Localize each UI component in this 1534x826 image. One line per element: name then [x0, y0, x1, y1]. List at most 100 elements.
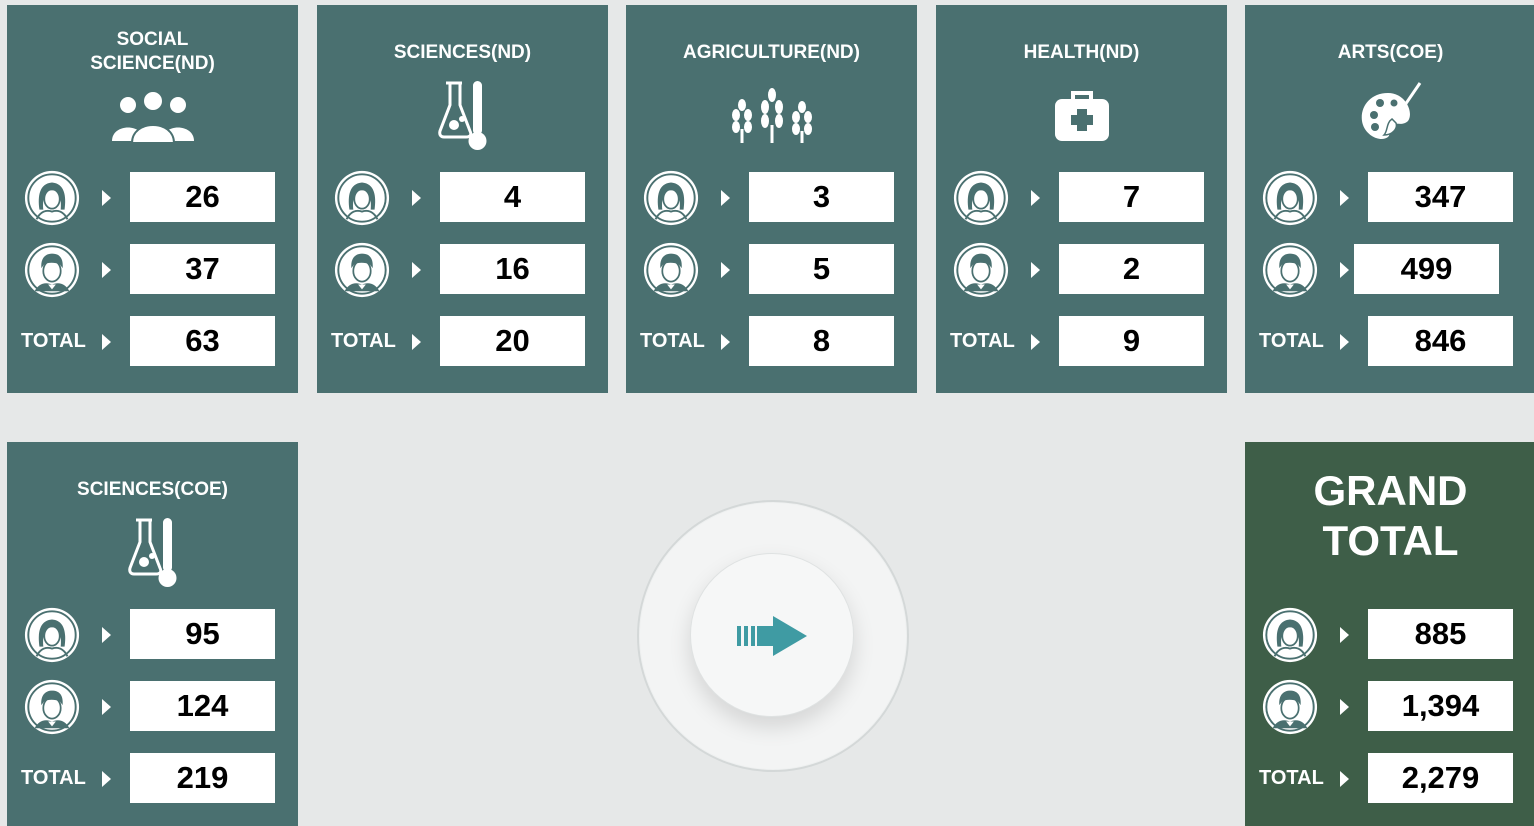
total-count: 20	[440, 316, 585, 366]
total-label: TOTAL	[640, 330, 705, 352]
card-title: SOCIAL SCIENCE(ND)	[90, 29, 215, 74]
male-count: 1,394	[1368, 681, 1513, 731]
caret-right-icon	[721, 262, 730, 278]
female-count: 885	[1368, 609, 1513, 659]
total-label: TOTAL	[1259, 767, 1324, 789]
male-count: 5	[749, 244, 894, 294]
female-row: 885	[1245, 609, 1534, 661]
female-avatar-icon	[1261, 169, 1319, 227]
total-row: TOTAL 63	[7, 316, 298, 368]
caret-right-icon	[1031, 334, 1040, 350]
caret-right-icon	[102, 262, 111, 278]
total-count: 2,279	[1368, 753, 1513, 803]
category-card-health: HEALTH(ND) 7 2 TOTAL 9	[936, 5, 1227, 393]
caret-right-icon	[1340, 190, 1349, 206]
female-avatar-icon	[1261, 606, 1319, 664]
card-title: HEALTH(ND)	[1023, 42, 1140, 63]
caret-right-icon	[1031, 190, 1040, 206]
wheat-icon	[731, 88, 812, 143]
caret-right-icon	[1031, 262, 1040, 278]
male-row: 16	[317, 244, 608, 296]
caret-right-icon	[1340, 627, 1349, 643]
male-avatar-icon	[23, 678, 81, 736]
male-count: 16	[440, 244, 585, 294]
caret-right-icon	[102, 771, 111, 787]
total-count: 8	[749, 316, 894, 366]
female-count: 26	[130, 172, 275, 222]
female-row: 95	[7, 609, 298, 661]
caret-right-icon	[721, 334, 730, 350]
male-count: 124	[130, 681, 275, 731]
card-title: AGRICULTURE(ND)	[683, 42, 860, 63]
grand-total-title: GRAND TOTAL	[1313, 467, 1468, 564]
first-aid-kit-icon	[1054, 91, 1109, 141]
category-card-social-science: SOCIAL SCIENCE(ND) 26 37 TOTAL 63	[7, 5, 298, 393]
male-row: 2	[936, 244, 1227, 296]
caret-right-icon	[1340, 699, 1349, 715]
total-row: TOTAL 846	[1245, 316, 1534, 368]
total-count: 219	[130, 753, 275, 803]
female-avatar-icon	[23, 169, 81, 227]
female-avatar-icon	[23, 606, 81, 664]
male-row: 124	[7, 681, 298, 733]
female-row: 347	[1245, 172, 1534, 224]
caret-right-icon	[102, 334, 111, 350]
male-row: 499	[1245, 244, 1534, 296]
total-row: TOTAL 9	[936, 316, 1227, 368]
next-button[interactable]	[690, 553, 854, 717]
male-row: 1,394	[1245, 681, 1534, 733]
total-label: TOTAL	[950, 330, 1015, 352]
category-card-agriculture: AGRICULTURE(ND) 3 5 TOTAL 8	[626, 5, 917, 393]
male-count: 37	[130, 244, 275, 294]
card-title: SCIENCES(COE)	[77, 479, 228, 500]
male-avatar-icon	[23, 241, 81, 299]
caret-right-icon	[102, 190, 111, 206]
total-label: TOTAL	[21, 330, 86, 352]
total-label: TOTAL	[1259, 330, 1324, 352]
female-row: 3	[626, 172, 917, 224]
category-card-sciences-coe: SCIENCES(COE) 95 124 TOTAL 219	[7, 442, 298, 826]
male-avatar-icon	[333, 241, 391, 299]
female-count: 347	[1368, 172, 1513, 222]
caret-right-icon	[1340, 262, 1349, 278]
female-avatar-icon	[952, 169, 1010, 227]
caret-right-icon	[412, 190, 421, 206]
female-row: 26	[7, 172, 298, 224]
caret-right-icon	[412, 262, 421, 278]
total-count: 9	[1059, 316, 1204, 366]
card-title: SCIENCES(ND)	[393, 42, 532, 63]
total-row: TOTAL 219	[7, 753, 298, 805]
total-count: 846	[1368, 316, 1513, 366]
male-avatar-icon	[642, 241, 700, 299]
next-arrow-icon	[737, 616, 807, 656]
male-row: 5	[626, 244, 917, 296]
grand-total-card: GRAND TOTAL 885 1,394 TOTAL 2,279	[1245, 442, 1534, 826]
male-count: 499	[1354, 244, 1499, 294]
total-label: TOTAL	[21, 767, 86, 789]
people-group-icon	[111, 90, 194, 144]
total-row: TOTAL 8	[626, 316, 917, 368]
female-avatar-icon	[642, 169, 700, 227]
male-avatar-icon	[1261, 241, 1319, 299]
caret-right-icon	[412, 334, 421, 350]
male-row: 37	[7, 244, 298, 296]
female-row: 4	[317, 172, 608, 224]
female-count: 4	[440, 172, 585, 222]
total-label: TOTAL	[331, 330, 396, 352]
caret-right-icon	[1340, 771, 1349, 787]
female-avatar-icon	[333, 169, 391, 227]
male-avatar-icon	[1261, 678, 1319, 736]
total-row: TOTAL 20	[317, 316, 608, 368]
female-count: 7	[1059, 172, 1204, 222]
palette-brush-icon	[1361, 82, 1421, 140]
caret-right-icon	[102, 699, 111, 715]
male-avatar-icon	[952, 241, 1010, 299]
male-count: 2	[1059, 244, 1204, 294]
female-count: 95	[130, 609, 275, 659]
flask-thermometer-icon	[437, 81, 486, 150]
caret-right-icon	[102, 627, 111, 643]
total-row: TOTAL 2,279	[1245, 753, 1534, 805]
caret-right-icon	[1340, 334, 1349, 350]
category-card-arts: ARTS(COE) 347 499 TOTAL 846	[1245, 5, 1534, 393]
female-count: 3	[749, 172, 894, 222]
